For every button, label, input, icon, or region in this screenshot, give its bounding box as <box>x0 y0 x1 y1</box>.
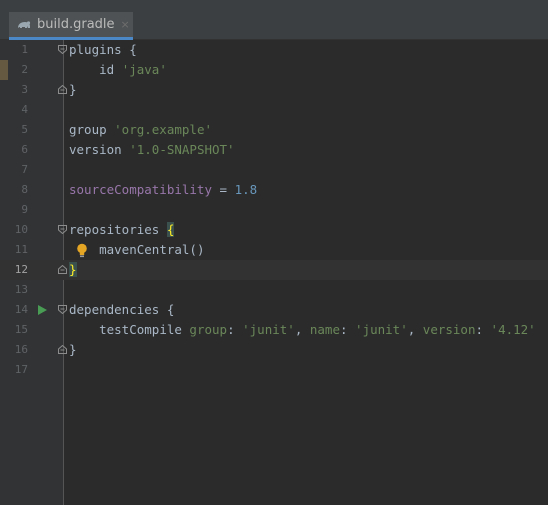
code-line[interactable]: 9 <box>0 200 548 220</box>
line-number: 13 <box>14 283 28 296</box>
code-text: repositories { <box>69 222 175 237</box>
code-line[interactable]: 8 sourceCompatibility = 1.8 <box>0 180 548 200</box>
line-number: 5 <box>21 123 28 136</box>
line-number: 3 <box>21 83 28 96</box>
code-line[interactable]: 6 version '1.0-SNAPSHOT' <box>0 140 548 160</box>
line-number: 9 <box>21 203 28 216</box>
code-text: } <box>69 342 77 357</box>
code-text: plugins { <box>69 42 137 57</box>
code-line[interactable]: 13 <box>0 280 548 300</box>
line-number: 4 <box>21 103 28 116</box>
fold-marker-icon[interactable] <box>58 85 67 94</box>
line-number: 8 <box>21 183 28 196</box>
line-number: 17 <box>14 363 28 376</box>
fold-marker-icon[interactable] <box>58 45 67 54</box>
code-line[interactable]: 16 } <box>0 340 548 360</box>
code-line[interactable]: 3 } <box>0 80 548 100</box>
code-line[interactable]: 17 <box>0 360 548 380</box>
editor-tab-bar: build.gradle × <box>0 12 548 40</box>
code-line-current[interactable]: 12 } <box>0 260 548 280</box>
code-line[interactable]: 1 plugins { <box>0 40 548 60</box>
line-number: 12 <box>14 263 28 276</box>
code-text: mavenCentral() <box>99 242 205 257</box>
code-line[interactable]: 4 <box>0 100 548 120</box>
code-text: } <box>69 260 77 280</box>
gradle-elephant-icon <box>18 20 31 28</box>
code-line[interactable]: 5 group 'org.example' <box>0 120 548 140</box>
line-number: 1 <box>21 43 28 56</box>
code-text: sourceCompatibility = 1.8 <box>69 182 258 197</box>
close-icon[interactable]: × <box>121 18 130 31</box>
code-line[interactable]: 15 testCompile group: 'junit', name: 'ju… <box>0 320 548 340</box>
line-number: 16 <box>14 343 28 356</box>
line-number: 11 <box>14 243 28 256</box>
line-number: 10 <box>14 223 28 236</box>
line-number: 2 <box>21 63 28 76</box>
matched-brace: { <box>166 222 175 237</box>
code-line[interactable]: 14 dependencies { <box>0 300 548 320</box>
code-line[interactable]: 11 mavenCentral() <box>0 240 548 260</box>
ide-window: build.gradle × 1 plugins { 2 id 'java' 3… <box>0 0 548 505</box>
fold-marker-icon[interactable] <box>58 225 67 234</box>
run-gutter-icon[interactable] <box>38 305 47 315</box>
tab-label: build.gradle <box>37 17 115 32</box>
code-text: } <box>69 82 77 97</box>
code-line[interactable]: 2 id 'java' <box>0 60 548 80</box>
fold-marker-icon[interactable] <box>58 305 67 314</box>
code-text: id 'java' <box>99 62 167 77</box>
code-text: dependencies { <box>69 302 175 317</box>
code-line[interactable]: 10 repositories { <box>0 220 548 240</box>
fold-marker-icon[interactable] <box>58 265 67 274</box>
matched-brace: } <box>69 262 77 277</box>
code-text: version '1.0-SNAPSHOT' <box>69 142 235 157</box>
code-line[interactable]: 7 <box>0 160 548 180</box>
toolbar-strip <box>0 0 548 12</box>
line-number: 7 <box>21 163 28 176</box>
line-number: 15 <box>14 323 28 336</box>
code-text: testCompile group: 'junit', name: 'junit… <box>99 322 536 337</box>
code-text: group 'org.example' <box>69 122 212 137</box>
line-number: 14 <box>14 303 28 316</box>
line-number: 6 <box>21 143 28 156</box>
fold-marker-icon[interactable] <box>58 345 67 354</box>
tab-build-gradle[interactable]: build.gradle × <box>9 12 133 40</box>
